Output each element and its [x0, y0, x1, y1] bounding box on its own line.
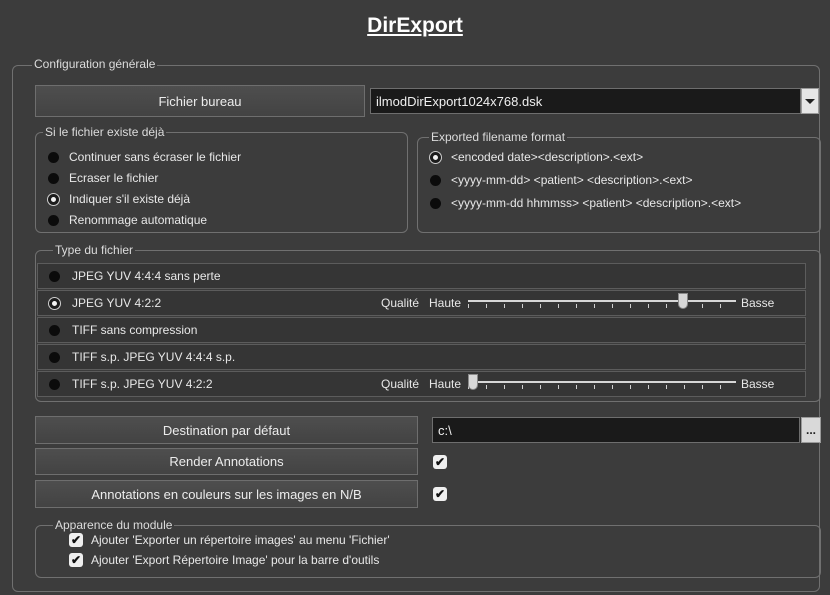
appearance-option-toolbar[interactable]: ✔ Ajouter 'Export Répertoire Image' pour…: [69, 553, 379, 567]
desktop-file-dropdown[interactable]: ilmodDirExport1024x768.dsk: [370, 88, 801, 114]
checkmark-icon: ✔: [434, 455, 446, 469]
destination-path-input[interactable]: c:\: [432, 417, 800, 443]
file-type-option-tiff[interactable]: TIFF sans compression: [37, 317, 806, 343]
checkbox-checked-icon: ✔: [69, 553, 83, 567]
quality-label: Qualité: [381, 377, 420, 391]
file-type-option-tiff-jpeg444[interactable]: TIFF s.p. JPEG YUV 4:4:4 s.p.: [37, 344, 806, 370]
quality-low-label: Basse: [741, 377, 775, 391]
radio-selected-icon: [49, 297, 60, 309]
slider-track: [468, 381, 736, 383]
default-destination-button[interactable]: Destination par défaut: [35, 416, 418, 444]
appearance-option-menu[interactable]: ✔ Ajouter 'Exporter un répertoire images…: [69, 533, 390, 547]
radio-icon: [430, 174, 441, 186]
if-exists-option-rename[interactable]: Renommage automatique: [48, 213, 207, 227]
quality-label: Qualité: [381, 296, 420, 310]
file-type-legend: Type du fichier: [53, 243, 136, 257]
filename-format-option-encoded[interactable]: <encoded date><description>.<ext>: [430, 150, 643, 164]
color-annotations-button[interactable]: Annotations en couleurs sur les images e…: [35, 480, 418, 508]
checkmark-icon: ✔: [434, 487, 446, 501]
checkbox-checked-icon: ✔: [69, 533, 83, 547]
radio-icon: [49, 324, 60, 336]
destination-path-value: c:\: [438, 422, 452, 438]
slider-ticks: [468, 385, 736, 389]
if-exists-option-overwrite[interactable]: Ecraser le fichier: [48, 171, 158, 185]
radio-selected-icon: [48, 193, 59, 205]
browse-button[interactable]: ...: [801, 417, 821, 443]
filename-format-option-datetime[interactable]: <yyyy-mm-dd hhmmss> <patient> <descripti…: [430, 196, 741, 210]
radio-icon: [48, 151, 59, 163]
radio-icon: [48, 214, 59, 226]
slider-thumb[interactable]: [468, 374, 478, 390]
if-exists-option-indicate[interactable]: Indiquer s'il existe déjà: [48, 192, 190, 206]
quality-high-label: Haute: [429, 296, 462, 310]
desktop-file-button[interactable]: Fichier bureau: [35, 85, 365, 117]
radio-icon: [430, 197, 441, 209]
desktop-file-value: ilmodDirExport1024x768.dsk: [376, 93, 543, 109]
render-annotations-button[interactable]: Render Annotations: [35, 448, 418, 475]
quality-low-label: Basse: [741, 296, 775, 310]
slider-track: [468, 300, 736, 302]
filename-format-option-date[interactable]: <yyyy-mm-dd> <patient> <description>.<ex…: [430, 173, 692, 187]
radio-icon: [49, 351, 60, 363]
if-exists-option-continue[interactable]: Continuer sans écraser le fichier: [48, 150, 241, 164]
window-title: DirExport: [367, 14, 463, 37]
quality-slider-tiff-jpeg422[interactable]: [468, 374, 736, 392]
color-annotations-checkbox[interactable]: ✔: [433, 487, 447, 501]
render-annotations-checkbox[interactable]: ✔: [433, 455, 447, 469]
radio-icon: [48, 172, 59, 184]
appearance-legend: Apparence du module: [53, 518, 175, 532]
radio-selected-icon: [430, 151, 441, 163]
desktop-file-dropdown-button[interactable]: [801, 88, 819, 114]
chevron-down-icon: [805, 98, 815, 104]
radio-icon: [49, 378, 60, 390]
if-exists-legend: Si le fichier existe déjà: [43, 125, 167, 139]
quality-high-label: Haute: [429, 377, 462, 391]
slider-ticks: [468, 304, 736, 308]
filename-format-legend: Exported filename format: [429, 130, 568, 144]
general-config-legend: Configuration générale: [32, 57, 158, 71]
file-type-option-jpeg444[interactable]: JPEG YUV 4:4:4 sans perte: [37, 263, 806, 289]
radio-icon: [49, 270, 60, 282]
slider-thumb[interactable]: [678, 293, 688, 309]
quality-slider-jpeg422[interactable]: [468, 293, 736, 311]
